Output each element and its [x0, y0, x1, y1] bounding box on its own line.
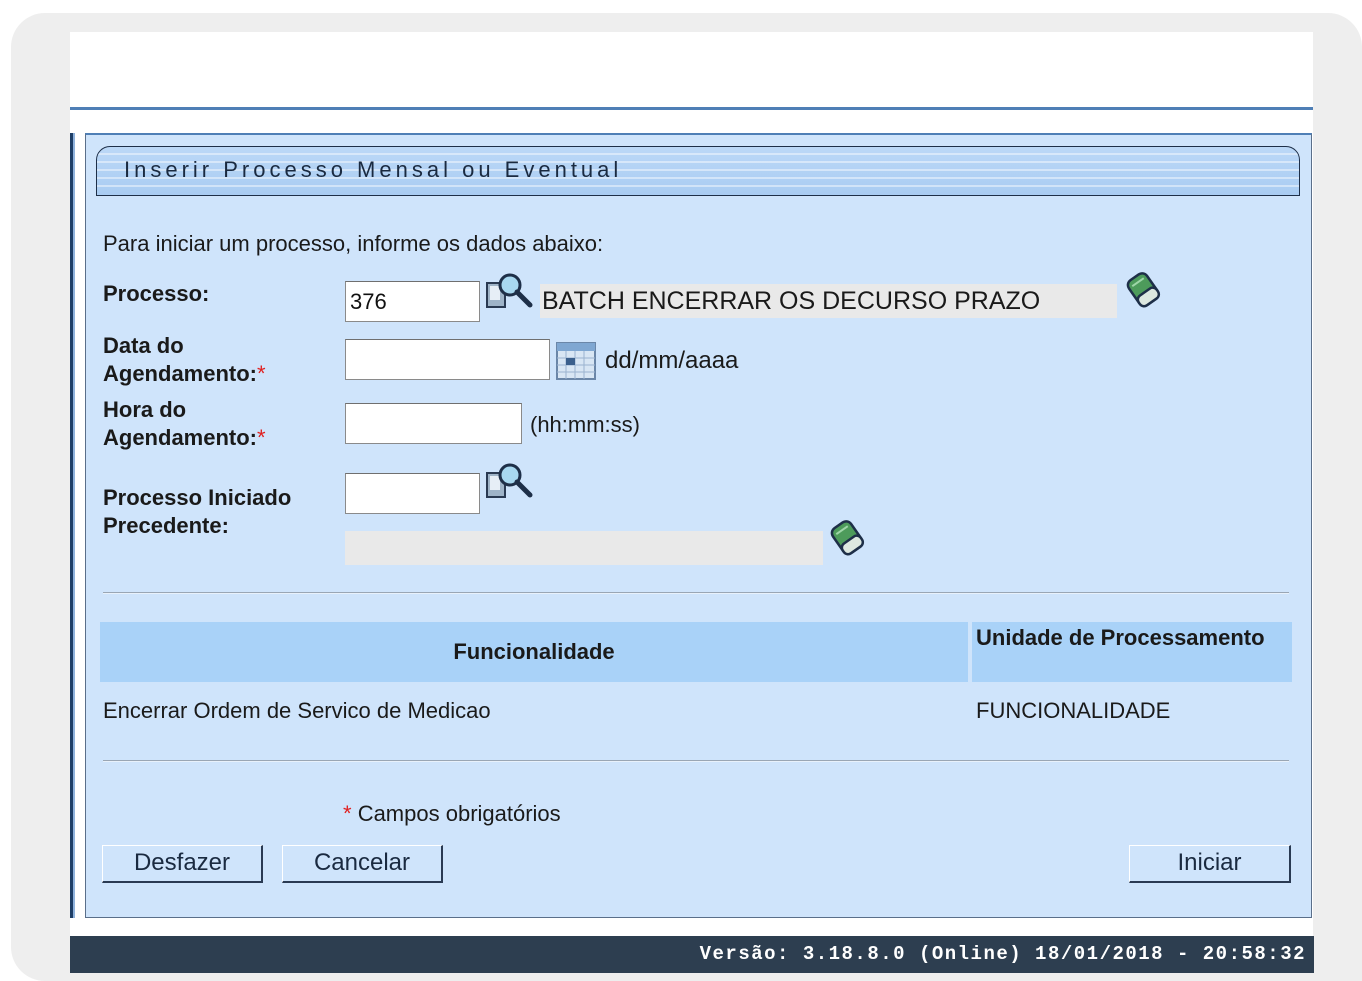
- intro-text: Para iniciar um processo, informe os dad…: [103, 231, 604, 256]
- start-button[interactable]: Iniciar: [1129, 845, 1291, 883]
- processo-label: Processo:: [103, 281, 210, 306]
- form-title-tab: Inserir Processo Mensal ou Eventual: [96, 146, 1300, 196]
- required-mark: *: [257, 361, 266, 386]
- left-edge-highlight: [73, 133, 75, 918]
- calendar-icon[interactable]: [556, 342, 596, 380]
- cancel-button[interactable]: Cancelar: [282, 845, 443, 883]
- page-title: Inserir Processo Mensal ou Eventual: [124, 157, 623, 182]
- hora-agendamento-input[interactable]: [345, 403, 522, 444]
- undo-button[interactable]: Desfazer: [102, 845, 263, 883]
- section-divider: [103, 760, 1289, 762]
- required-mark: *: [257, 425, 266, 450]
- required-mark: *: [343, 801, 352, 826]
- table-cell-unidade: FUNCIONALIDADE: [976, 698, 1171, 723]
- table-cell-funcionalidade: Encerrar Ordem de Servico de Medicao: [103, 698, 491, 723]
- processo-input[interactable]: [345, 281, 480, 322]
- data-agendamento-input[interactable]: [345, 339, 550, 380]
- processo-precedente-label: Processo Iniciado Precedente:: [103, 485, 292, 538]
- hora-agendamento-label: Hora do Agendamento:*: [103, 397, 266, 450]
- processo-description: BATCH ENCERRAR OS DECURSO PRAZO: [540, 284, 1117, 318]
- footer-bar: Versão: 3.18.8.0 (Online) 18/01/2018 - 2…: [70, 936, 1314, 973]
- data-agendamento-label: Data do Agendamento:*: [103, 333, 266, 386]
- table-header-funcionalidade: Funcionalidade: [100, 622, 968, 682]
- version-info: Versão: 3.18.8.0 (Online) 18/01/2018 - 2…: [699, 943, 1306, 965]
- magnifier-icon[interactable]: [486, 461, 534, 501]
- magnifier-icon[interactable]: [486, 271, 534, 311]
- section-divider: [103, 592, 1289, 594]
- data-format-hint: dd/mm/aaaa: [605, 347, 739, 374]
- processo-precedente-description: [345, 531, 823, 565]
- required-note: * Campos obrigatórios: [343, 801, 561, 826]
- table-header-unidade: Unidade de Processamento: [972, 622, 1292, 682]
- eraser-icon[interactable]: [1124, 268, 1164, 310]
- processo-precedente-input[interactable]: [345, 473, 480, 514]
- top-divider: [70, 107, 1313, 110]
- eraser-icon[interactable]: [828, 516, 868, 558]
- hora-format-hint: (hh:mm:ss): [530, 412, 640, 437]
